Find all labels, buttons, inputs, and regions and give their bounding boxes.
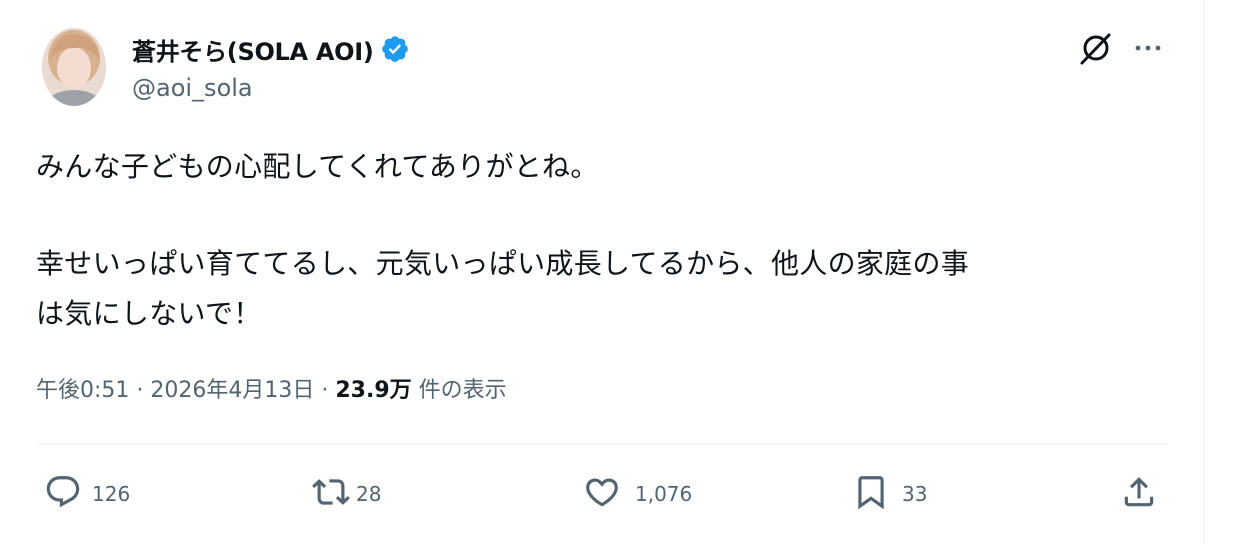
tweet-date[interactable]: 2026年4月13日	[150, 378, 314, 403]
like-count: 1,076	[635, 482, 693, 506]
tweet-text-line-3: は気にしないで！	[36, 297, 262, 330]
divider	[36, 444, 1168, 445]
views-count: 23.9万	[335, 378, 412, 403]
meta-separator: ·	[129, 378, 151, 403]
author-avatar[interactable]	[42, 28, 106, 106]
tweet-time[interactable]: 午後0:51	[36, 378, 129, 403]
author-handle[interactable]: @aoi_sola	[132, 74, 253, 102]
heart-icon	[583, 473, 621, 516]
more-options-icon[interactable]	[1130, 33, 1166, 63]
grok-icon[interactable]	[1076, 30, 1114, 68]
tweet-text-line-1: みんな子どもの心配してくれてありがとね。	[36, 150, 599, 183]
repost-count: 28	[356, 482, 382, 506]
reply-icon	[44, 473, 82, 516]
verified-badge-icon	[380, 34, 410, 64]
author-name-row: 蒼井そら(SOLA AOI)	[132, 30, 410, 68]
tweet-text-line-2: 幸せいっぱい育ててるし、元気いっぱい成長してるから、他人の家庭の事	[36, 247, 970, 280]
meta-separator: ·	[314, 378, 336, 403]
views-label: 件の表示	[411, 378, 507, 403]
like-button[interactable]: 1,076	[583, 472, 692, 516]
repost-button[interactable]: 28	[312, 472, 381, 516]
share-icon	[1120, 473, 1158, 516]
bookmark-button[interactable]: 33	[852, 472, 927, 516]
reply-count: 126	[92, 482, 131, 506]
reply-button[interactable]: 126	[44, 472, 130, 516]
tweet-meta: 午後0:51 · 2026年4月13日 · 23.9万 件の表示	[36, 372, 507, 404]
author-display-name[interactable]: 蒼井そら(SOLA AOI)	[132, 32, 374, 67]
repost-icon	[312, 473, 350, 516]
share-button[interactable]	[1120, 472, 1158, 516]
bookmark-count: 33	[902, 482, 928, 506]
column-border	[1203, 0, 1204, 544]
bookmark-icon	[852, 473, 890, 516]
